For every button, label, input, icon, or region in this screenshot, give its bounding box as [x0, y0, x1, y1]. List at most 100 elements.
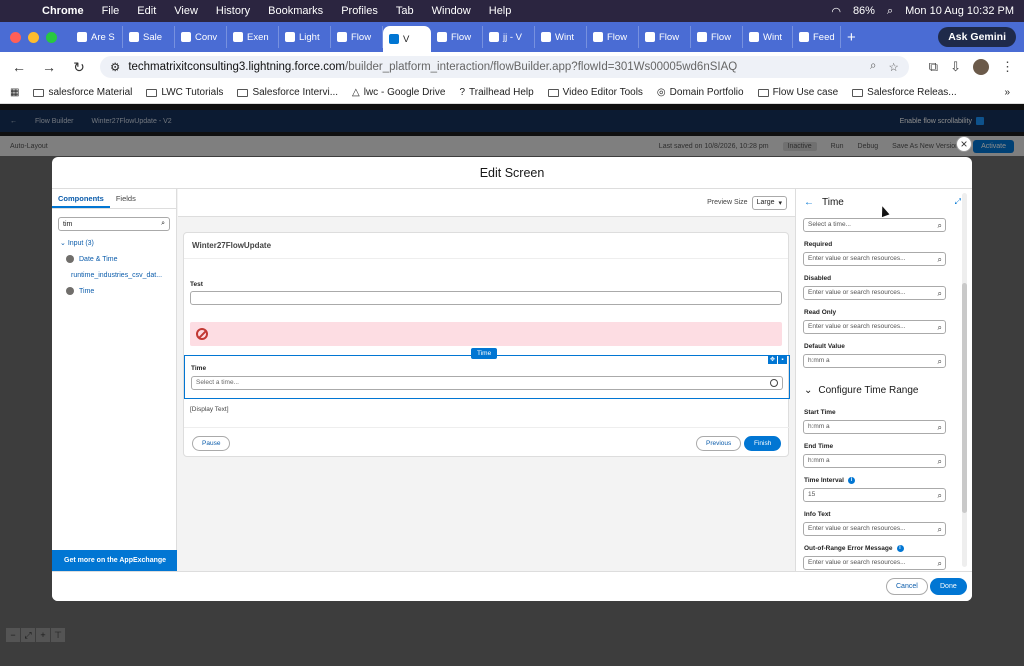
- tab-components[interactable]: Components: [52, 189, 110, 208]
- components-panel: Components Fields tim ⌕ ⌄ Input (3) Date…: [52, 189, 177, 571]
- preview-size-select[interactable]: Large ▾: [751, 195, 787, 210]
- browser-tab[interactable]: Flow: [331, 26, 383, 48]
- menu-window[interactable]: Window: [432, 5, 471, 17]
- info-icon[interactable]: i: [847, 477, 855, 484]
- browser-tab-active[interactable]: V: [383, 26, 431, 52]
- menu-history[interactable]: History: [216, 5, 250, 17]
- minimize-window-button[interactable]: [28, 31, 39, 43]
- site-info-icon[interactable]: ⚙: [110, 60, 120, 74]
- component-date-time[interactable]: Date & Time: [52, 251, 176, 267]
- time-interval-input[interactable]: 15 ⌕: [803, 488, 946, 502]
- cancel-button[interactable]: Cancel: [886, 578, 928, 595]
- component-runtime-industries[interactable]: runtime_industries_csv_dat...: [52, 267, 176, 283]
- browser-tab[interactable]: Are S: [71, 26, 123, 48]
- browser-tab[interactable]: Sale: [123, 26, 175, 48]
- bookmark-item[interactable]: ◎ Domain Portfolio: [657, 87, 744, 98]
- more-bookmarks-icon[interactable]: »: [1004, 87, 1010, 98]
- menu-view[interactable]: View: [174, 5, 198, 17]
- chrome-menu-icon[interactable]: ⋮: [1001, 59, 1014, 75]
- info-text-input[interactable]: Enter value or search resources... ⌕: [803, 522, 946, 536]
- required-input[interactable]: Enter value or search resources... ⌕: [803, 252, 946, 266]
- bookmark-item[interactable]: LWC Tutorials: [146, 87, 223, 98]
- previous-button[interactable]: Previous: [696, 436, 742, 451]
- browser-tab[interactable]: Wint: [535, 26, 587, 48]
- component-time[interactable]: Time: [52, 283, 176, 299]
- browser-tab[interactable]: Flow: [691, 26, 743, 48]
- search-icon[interactable]: ⌕: [887, 5, 893, 18]
- profile-avatar[interactable]: [973, 59, 989, 75]
- browser-tab[interactable]: Flow: [431, 26, 483, 48]
- move-icon[interactable]: ✥: [768, 356, 777, 364]
- input-group-toggle[interactable]: ⌄ Input (3): [52, 235, 176, 251]
- info-icon[interactable]: i: [896, 545, 904, 552]
- bookmark-item[interactable]: Flow Use case: [757, 87, 838, 98]
- expand-icon[interactable]: ⤢: [955, 197, 961, 207]
- star-icon[interactable]: ☆: [888, 60, 898, 74]
- browser-tab[interactable]: jj - V: [483, 26, 535, 48]
- bookmark-item[interactable]: Salesforce Intervi...: [237, 87, 338, 98]
- modal-body: Components Fields tim ⌕ ⌄ Input (3) Date…: [52, 189, 972, 571]
- new-tab-button[interactable]: +: [847, 29, 856, 46]
- browser-tab[interactable]: Light: [279, 26, 331, 48]
- default-value-input[interactable]: h:mm a ⌕: [803, 354, 946, 368]
- browser-tab[interactable]: Flow: [639, 26, 691, 48]
- bookmark-item[interactable]: Salesforce Releas...: [852, 87, 957, 98]
- search-icon: ⌕: [937, 357, 942, 366]
- wifi-icon[interactable]: ◠: [831, 5, 841, 18]
- browser-tab[interactable]: Feed: [793, 26, 841, 48]
- menu-bookmarks[interactable]: Bookmarks: [268, 5, 323, 17]
- bookmark-item[interactable]: △ lwc - Google Drive: [352, 87, 445, 98]
- menu-profiles[interactable]: Profiles: [341, 5, 378, 17]
- menu-edit[interactable]: Edit: [137, 5, 156, 17]
- time-component-selected[interactable]: Time ✥ ▪ Time Select a time...: [184, 348, 790, 399]
- menu-tab[interactable]: Tab: [396, 5, 414, 17]
- forward-arrow-icon[interactable]: →: [40, 59, 58, 75]
- close-window-button[interactable]: [10, 31, 21, 43]
- finish-button[interactable]: Finish: [744, 436, 782, 451]
- apps-grid-icon[interactable]: ▦: [10, 87, 19, 98]
- browser-tab[interactable]: Exen: [227, 26, 279, 48]
- error-component[interactable]: [190, 322, 782, 346]
- browser-tab[interactable]: Flow: [587, 26, 639, 48]
- end-time-input[interactable]: h:mm a ⌕: [803, 454, 946, 468]
- scrollbar-thumb[interactable]: [962, 283, 967, 513]
- download-icon[interactable]: ⇩: [950, 59, 961, 75]
- close-icon[interactable]: ×: [956, 136, 972, 152]
- menu-file[interactable]: File: [102, 5, 120, 17]
- reload-icon[interactable]: ↻: [70, 59, 88, 76]
- bookmark-item[interactable]: salesforce Material: [33, 87, 132, 98]
- menu-help[interactable]: Help: [489, 5, 512, 17]
- address-bar[interactable]: ⚙ techmatrixitconsulting3.lightning.forc…: [100, 56, 909, 78]
- browser-tab[interactable]: Wint: [743, 26, 793, 48]
- out-of-range-input[interactable]: Enter value or search resources... ⌕: [803, 556, 946, 570]
- test-field-input[interactable]: [190, 291, 782, 305]
- bookmark-item[interactable]: ? Trailhead Help: [459, 87, 533, 98]
- component-search-input[interactable]: tim ⌕: [58, 217, 170, 231]
- clock[interactable]: Mon 10 Aug 10:32 PM: [905, 5, 1014, 17]
- done-button[interactable]: Done: [930, 578, 967, 595]
- time-placeholder-input[interactable]: Select a time... ⌕: [803, 218, 946, 232]
- back-arrow-icon[interactable]: ←: [804, 197, 814, 208]
- delete-icon[interactable]: ▪: [778, 356, 787, 364]
- browser-tab[interactable]: Conv: [175, 26, 227, 48]
- properties-scrollbar[interactable]: [962, 193, 967, 567]
- battery-percent[interactable]: 86%: [853, 5, 875, 17]
- display-text-component[interactable]: [Display Text]: [190, 406, 229, 413]
- bookmark-item[interactable]: Video Editor Tools: [547, 87, 643, 98]
- menu-app[interactable]: Chrome: [42, 5, 84, 17]
- read-only-input[interactable]: Enter value or search resources... ⌕: [803, 320, 946, 334]
- configure-time-range-toggle[interactable]: ⌄ Configure Time Range: [804, 385, 918, 396]
- start-time-input[interactable]: h:mm a ⌕: [803, 420, 946, 434]
- ask-gemini-button[interactable]: Ask Gemini: [938, 27, 1016, 47]
- zoom-icon[interactable]: ⌕: [870, 60, 876, 74]
- bookmarks-bar: ▦ salesforce Material LWC Tutorials Sale…: [0, 82, 1024, 104]
- chevron-down-icon: ⌄: [804, 385, 813, 396]
- time-field-input[interactable]: Select a time...: [191, 376, 783, 390]
- back-arrow-icon[interactable]: ←: [10, 59, 28, 75]
- tab-fields[interactable]: Fields: [110, 189, 142, 208]
- pause-button[interactable]: Pause: [192, 436, 231, 451]
- appexchange-link[interactable]: Get more on the AppExchange: [52, 550, 177, 571]
- zoom-window-button[interactable]: [46, 31, 57, 43]
- extensions-icon[interactable]: ⧉: [929, 59, 938, 75]
- disabled-input[interactable]: Enter value or search resources... ⌕: [803, 286, 946, 300]
